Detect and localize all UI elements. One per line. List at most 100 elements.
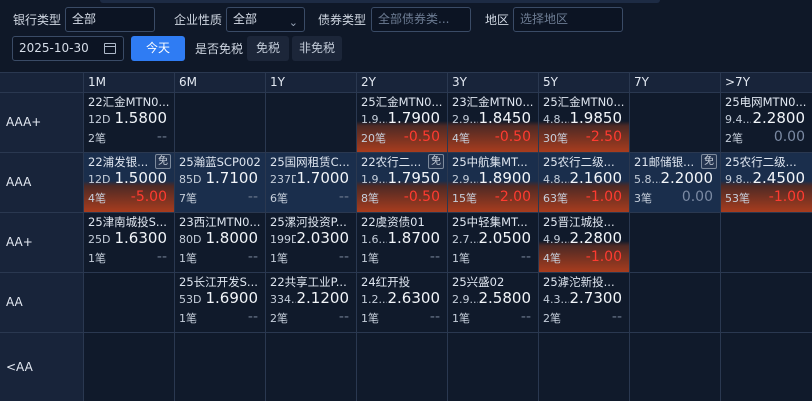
bond-yield: 1.8900	[478, 169, 532, 187]
bond-cell[interactable]: 25农行二级... 9.8... 2.4500 53笔 -1.00	[720, 152, 812, 212]
bond-term: 85D	[179, 173, 202, 186]
yield-change: --	[520, 249, 531, 265]
bank-type-input[interactable]: 全部	[65, 7, 155, 32]
trade-count: 15笔	[452, 192, 477, 205]
bond-yield: 2.0300	[296, 229, 350, 247]
bond-term: 2.9...	[452, 173, 478, 186]
tax-free-button[interactable]: 免税	[247, 36, 289, 61]
column-header[interactable]: 1M	[83, 72, 174, 92]
bond-name[interactable]: 25电网MTN0...	[725, 95, 808, 109]
yield-change: --	[429, 309, 440, 325]
bond-yield: 2.0500	[478, 229, 532, 247]
bond-name[interactable]: 23西江MTN0...	[179, 215, 261, 229]
grid-line-vertical	[447, 72, 448, 401]
bond-name[interactable]: 25汇金MTN0...	[361, 95, 443, 109]
bond-cell[interactable]: 22共享工业P... 334...2.1200 2笔 --	[265, 272, 356, 332]
bond-name[interactable]: 22共享工业P...	[270, 275, 352, 289]
grid-line-vertical	[174, 72, 175, 401]
bond-cell[interactable]: 21邮储银... 免 5.8... 2.2000 3笔 0.00	[629, 152, 720, 212]
trade-count: 1笔	[361, 312, 379, 325]
bond-name[interactable]: 25农行二级...	[725, 155, 808, 169]
bond-cell[interactable]: 25国网租赁C... 237D 1.7000 6笔 --	[265, 152, 356, 212]
date-picker[interactable]: 2025-10-30	[12, 36, 124, 61]
bond-yield: 1.5800	[114, 109, 168, 127]
bond-type-input[interactable]: 全部债券类...	[371, 7, 471, 32]
bond-name[interactable]: 22浦发银...	[88, 155, 152, 169]
bond-name[interactable]: 25长江开发S...	[179, 275, 261, 289]
column-header[interactable]: 3Y	[447, 72, 538, 92]
bond-name[interactable]: 25中航集MT...	[452, 155, 534, 169]
row-header: AAA	[0, 152, 83, 212]
bond-name[interactable]: 25中轻集MT...	[452, 215, 534, 229]
bond-yield: 2.7300	[569, 289, 623, 307]
trade-count: 3笔	[634, 192, 652, 205]
today-button[interactable]: 今天	[131, 36, 185, 61]
top-strip	[100, 0, 660, 3]
bond-cell[interactable]: 22虞资债01 1.6... 1.8700 1笔 --	[356, 212, 447, 272]
trade-count: 1笔	[452, 312, 470, 325]
bond-name[interactable]: 25汇金MTN0...	[543, 95, 625, 109]
bond-cell[interactable]: 25兴盛02 2.9... 2.5800 1笔 --	[447, 272, 538, 332]
bond-cell[interactable]: 25长江开发S... 53D 1.6900 1笔 --	[174, 272, 265, 332]
region-label: 地区	[485, 13, 510, 27]
trade-count: 4笔	[452, 132, 470, 145]
yield-change: -1.00	[768, 189, 805, 205]
bond-cell[interactable]: 24红开投 1.2... 2.6300 1笔 --	[356, 272, 447, 332]
bond-name[interactable]: 25国网租赁C...	[270, 155, 352, 169]
bond-name[interactable]: 25漯河投资P...	[270, 215, 352, 229]
bond-term: 4.8...	[543, 173, 569, 186]
company-type-label: 企业性质	[174, 13, 223, 27]
column-header[interactable]: >7Y	[720, 72, 812, 92]
grid-line-vertical	[356, 72, 357, 401]
bond-name[interactable]: 25晋江城投...	[543, 215, 625, 229]
bond-term: 9.8...	[725, 173, 751, 186]
bond-name[interactable]: 22汇金MTN0...	[88, 95, 170, 109]
bond-yield: 1.6300	[114, 229, 168, 247]
bond-cell[interactable]: 25晋江城投... 4.9... 2.2800 4笔 -1.00	[538, 212, 629, 272]
bond-cell[interactable]: 25电网MTN0... 9.4... 2.2800 2笔 0.00	[720, 92, 812, 152]
column-header[interactable]: 7Y	[629, 72, 720, 92]
bond-term: 237D	[270, 173, 296, 186]
bond-cell[interactable]: 25中航集MT... 2.9... 1.8900 15笔 -2.00	[447, 152, 538, 212]
bond-name[interactable]: 21邮储银...	[634, 155, 698, 169]
bond-name[interactable]: 25津南城投S...	[88, 215, 170, 229]
bond-name[interactable]: 22虞资债01	[361, 215, 443, 229]
bond-cell[interactable]: 25农行二级... 4.8... 2.1600 63笔 -1.00	[538, 152, 629, 212]
company-type-select[interactable]: 全部 ⌄	[226, 7, 305, 32]
bond-cell[interactable]: 25滹沱新投... 4.3... 2.7300 2笔 --	[538, 272, 629, 332]
bond-name[interactable]: 25农行二级...	[543, 155, 625, 169]
trade-count: 2笔	[88, 132, 106, 145]
region-input[interactable]: 选择地区	[513, 7, 623, 32]
bond-yield: 2.1200	[296, 289, 350, 307]
bond-name[interactable]: 22农行二...	[361, 155, 425, 169]
column-header[interactable]: 1Y	[265, 72, 356, 92]
bond-cell[interactable]: 25瀚蓝SCP002 85D 1.7100 7笔 --	[174, 152, 265, 212]
column-header[interactable]: 2Y	[356, 72, 447, 92]
bond-term: 9.4...	[725, 113, 751, 126]
bond-name[interactable]: 25兴盛02	[452, 275, 534, 289]
date-value: 2025-10-30	[19, 41, 89, 55]
bond-cell[interactable]: 25汇金MTN0... 4.8... 1.9850 30笔 -2.50	[538, 92, 629, 152]
non-tax-free-button[interactable]: 非免税	[292, 36, 342, 61]
bond-name[interactable]: 24红开投	[361, 275, 443, 289]
bond-name[interactable]: 23汇金MTN0...	[452, 95, 534, 109]
bond-cell[interactable]: 22汇金MTN0... 12D 1.5800 2笔 --	[83, 92, 174, 152]
bond-yield: 1.8700	[387, 229, 441, 247]
bond-cell[interactable]: 22农行二... 免 1.9... 1.7950 8笔 -0.50	[356, 152, 447, 212]
bond-name[interactable]: 25滹沱新投...	[543, 275, 625, 289]
yield-change: -0.50	[494, 129, 531, 145]
grid-line-vertical	[720, 72, 721, 401]
column-header[interactable]: 6M	[174, 72, 265, 92]
column-header[interactable]: 5Y	[538, 72, 629, 92]
bond-name[interactable]: 25瀚蓝SCP002	[179, 155, 261, 169]
bond-cell[interactable]: 25漯河投资P... 199D 2.0300 1笔 --	[265, 212, 356, 272]
bond-cell[interactable]: 25津南城投S... 25D 1.6300 1笔 --	[83, 212, 174, 272]
company-type-value: 全部	[233, 12, 258, 26]
bond-cell[interactable]: 22浦发银... 免 12D 1.5000 4笔 -5.00	[83, 152, 174, 212]
trade-count: 4笔	[88, 192, 106, 205]
bond-term: 25D	[88, 233, 111, 246]
bond-cell[interactable]: 23汇金MTN0... 2.9... 1.8450 4笔 -0.50	[447, 92, 538, 152]
bond-cell[interactable]: 25中轻集MT... 2.7... 2.0500 1笔 --	[447, 212, 538, 272]
bond-cell[interactable]: 23西江MTN0... 80D 1.8000 1笔 --	[174, 212, 265, 272]
bond-cell[interactable]: 25汇金MTN0... 1.9... 1.7900 20笔 -0.50	[356, 92, 447, 152]
